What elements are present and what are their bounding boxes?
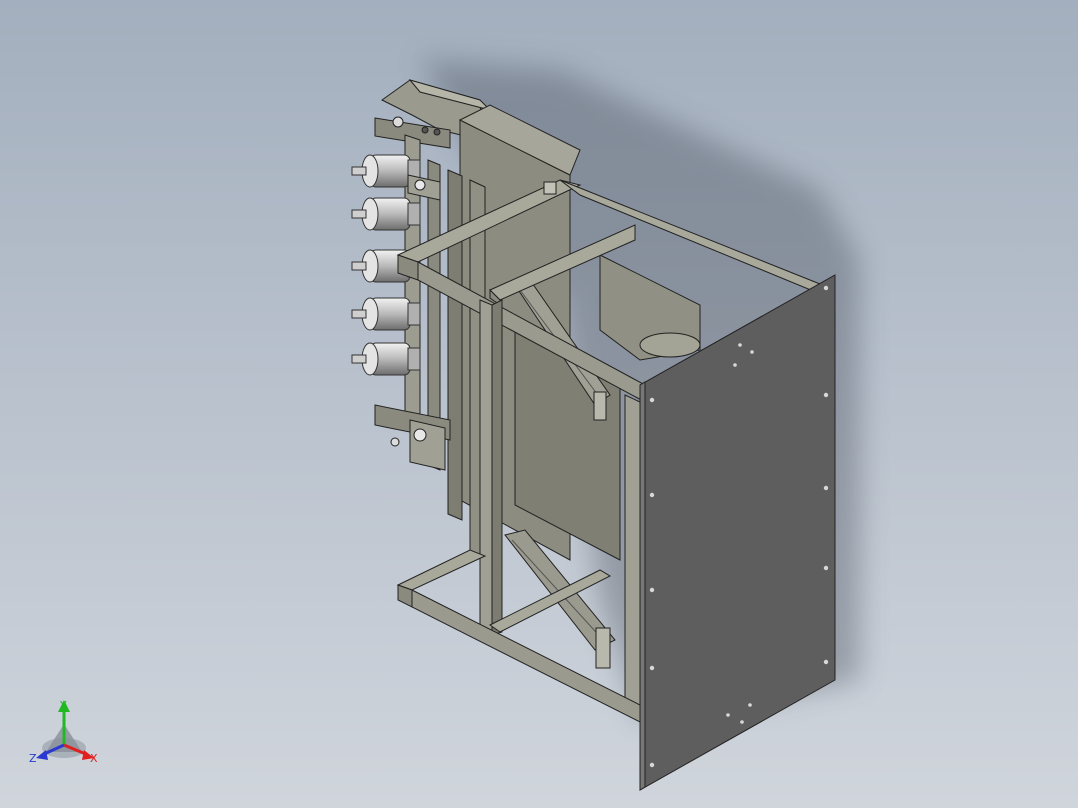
axis-triad: Y X Z: [29, 699, 98, 765]
z-axis-label: Z: [29, 752, 37, 765]
x-axis-label: X: [90, 752, 98, 765]
motor-4: [351, 297, 421, 331]
3d-viewport[interactable]: Y X Z: [0, 0, 1078, 808]
y-axis-label: Y: [59, 699, 67, 712]
motor-5: [351, 342, 421, 376]
cad-model-drawing[interactable]: Y X Z: [0, 0, 1078, 808]
motor-2: [351, 197, 421, 231]
